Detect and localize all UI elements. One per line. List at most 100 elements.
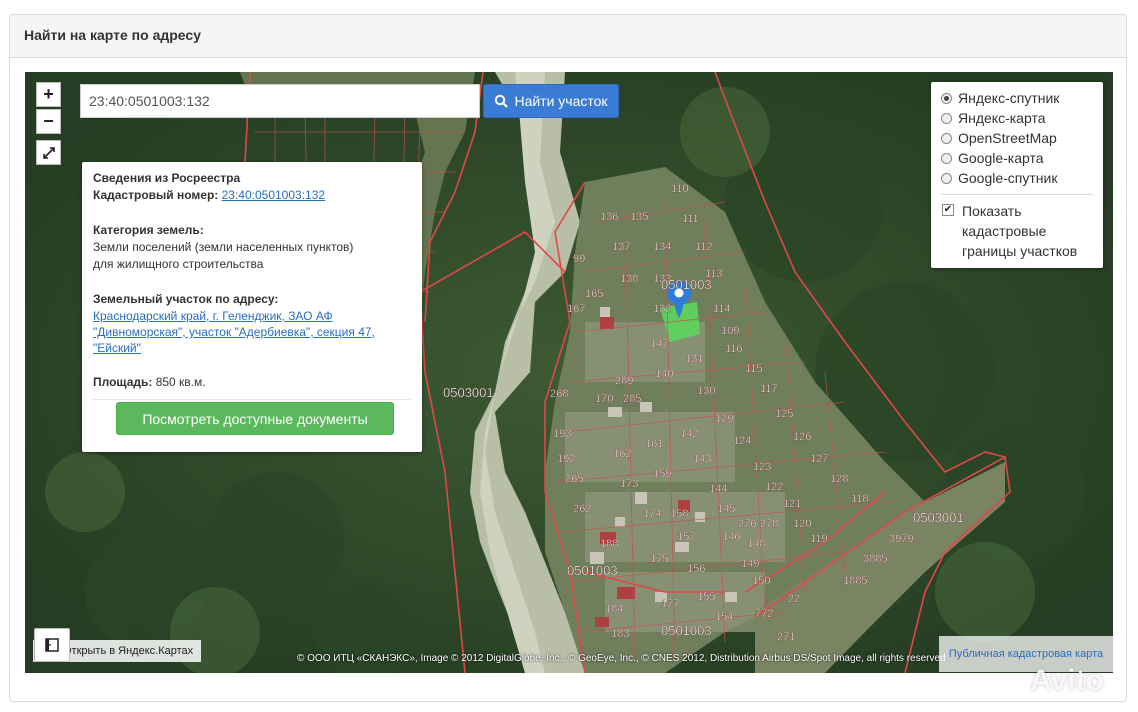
svg-text:122: 122	[765, 481, 783, 493]
svg-text:289: 289	[615, 375, 633, 387]
land-category-line2: для жилищного строительства	[93, 257, 264, 271]
svg-text:0501003: 0501003	[661, 277, 712, 292]
show-boundaries-toggle[interactable]: ✔ Показать кадастровые границы участков	[941, 201, 1093, 261]
view-documents-button[interactable]: Посмотреть доступные документы	[116, 402, 394, 435]
address-link-line2[interactable]: "Дивноморская", участок "Адербиевка", се…	[93, 324, 411, 340]
svg-text:0503001: 0503001	[913, 510, 964, 525]
svg-text:118: 118	[851, 493, 869, 505]
layer-option-openstreetmap[interactable]: OpenStreetMap	[941, 128, 1093, 148]
svg-text:0501003: 0501003	[567, 563, 618, 578]
svg-text:271: 271	[777, 631, 795, 643]
find-plot-label: Найти участок	[514, 93, 608, 109]
svg-text:138: 138	[620, 273, 638, 285]
svg-text:142: 142	[680, 428, 698, 440]
area-value: 850 кв.м.	[155, 375, 206, 389]
zoom-out-button[interactable]: −	[36, 109, 61, 134]
radio-google-satellite[interactable]	[941, 172, 952, 184]
svg-text:157: 157	[677, 531, 695, 543]
svg-text:165: 165	[585, 288, 603, 300]
svg-text:140: 140	[655, 368, 673, 380]
svg-text:772: 772	[755, 608, 773, 620]
svg-text:154: 154	[715, 611, 733, 623]
svg-text:192: 192	[557, 453, 575, 465]
svg-text:123: 123	[753, 461, 771, 473]
map-view[interactable]: 110 136 135 111 137 134 112 113 99 138 1…	[25, 72, 1113, 673]
svg-text:120: 120	[793, 518, 811, 530]
find-plot-button[interactable]: Найти участок	[483, 84, 619, 118]
svg-text:99: 99	[573, 253, 585, 265]
show-boundaries-label: Показать кадастровые границы участков	[962, 203, 1078, 259]
fullscreen-button[interactable]	[36, 140, 61, 165]
radio-google-map[interactable]	[941, 152, 952, 164]
svg-text:135: 135	[630, 211, 648, 223]
cadastral-number-link[interactable]: 23:40:0501003:132	[222, 188, 325, 202]
svg-text:137: 137	[612, 241, 630, 253]
svg-text:126: 126	[793, 431, 811, 443]
ruler-button[interactable]	[34, 628, 70, 662]
radio-openstreetmap[interactable]	[941, 132, 952, 144]
svg-text:0503001: 0503001	[443, 385, 494, 400]
land-category-label: Категория земель:	[93, 223, 204, 237]
svg-text:128: 128	[830, 473, 848, 485]
svg-text:114: 114	[713, 303, 731, 315]
svg-text:111: 111	[682, 213, 699, 225]
svg-text:121: 121	[783, 498, 801, 510]
svg-text:132: 132	[653, 303, 671, 315]
layers-divider	[941, 194, 1093, 195]
cadastral-search-input[interactable]	[80, 84, 480, 118]
svg-text:173: 173	[620, 478, 638, 490]
svg-text:150: 150	[752, 575, 770, 587]
svg-text:129: 129	[715, 413, 733, 425]
svg-text:265: 265	[565, 473, 583, 485]
svg-text:193: 193	[553, 428, 571, 440]
address-label: Земельный участок по адресу:	[93, 292, 279, 306]
svg-text:170: 170	[595, 393, 613, 405]
svg-text:145: 145	[717, 503, 735, 515]
panel-title: Найти на карте по адресу	[10, 15, 1126, 58]
radio-yandex-map[interactable]	[941, 112, 952, 124]
layer-option-yandex-map[interactable]: Яндекс-карта	[941, 108, 1093, 128]
expand-icon	[42, 146, 55, 159]
layer-label: Google-спутник	[958, 170, 1058, 186]
svg-text:188: 188	[600, 538, 618, 550]
ruler-icon	[45, 638, 59, 652]
svg-text:183: 183	[611, 628, 629, 640]
svg-text:136: 136	[600, 211, 618, 223]
svg-text:167: 167	[567, 303, 585, 315]
svg-text:147: 147	[650, 338, 668, 350]
zoom-in-button[interactable]: +	[36, 82, 61, 107]
address-search-panel: Найти на карте по адресу 110 136 135 111…	[9, 14, 1127, 702]
svg-text:285: 285	[623, 393, 641, 405]
svg-text:125: 125	[775, 408, 793, 420]
layer-label: OpenStreetMap	[958, 130, 1057, 146]
svg-text:3885: 3885	[863, 553, 887, 565]
info-divider	[93, 399, 411, 400]
svg-text:155: 155	[697, 591, 715, 603]
svg-text:148: 148	[747, 538, 765, 550]
svg-text:175: 175	[650, 553, 668, 565]
layer-option-yandex-satellite[interactable]: Яндекс-спутник	[941, 88, 1093, 108]
svg-text:161: 161	[645, 438, 663, 450]
layer-label: Яндекс-карта	[958, 110, 1046, 126]
avito-watermark: Avito	[1030, 664, 1104, 697]
svg-text:184: 184	[605, 603, 623, 615]
svg-text:130: 130	[697, 385, 715, 397]
svg-text:262: 262	[573, 503, 591, 515]
svg-text:117: 117	[760, 383, 778, 395]
layer-option-google-map[interactable]: Google-карта	[941, 148, 1093, 168]
layer-label: Яндекс-спутник	[958, 90, 1060, 106]
svg-text:146: 146	[722, 531, 740, 543]
radio-yandex-satellite[interactable]	[941, 92, 952, 104]
layer-label: Google-карта	[958, 150, 1044, 166]
svg-text:112: 112	[695, 241, 713, 253]
layer-option-google-satellite[interactable]: Google-спутник	[941, 168, 1093, 188]
svg-text:134: 134	[653, 241, 671, 253]
svg-text:124: 124	[733, 435, 751, 447]
svg-text:162: 162	[613, 448, 631, 460]
address-link-line1[interactable]: Краснодарский край, г. Геленджик, ЗАО АФ	[93, 308, 411, 324]
show-boundaries-checkbox[interactable]: ✔	[942, 204, 954, 216]
address-link-line3[interactable]: "Ейский"	[93, 340, 411, 356]
svg-text:22: 22	[788, 593, 800, 605]
svg-text:158: 158	[670, 508, 688, 520]
search-icon	[495, 94, 509, 108]
